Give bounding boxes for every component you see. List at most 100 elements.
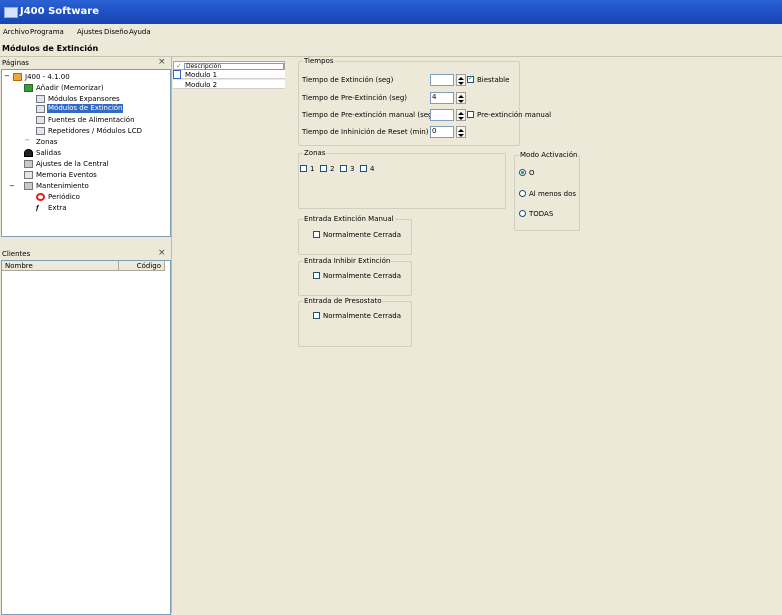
biestable-label: Biestable: [477, 76, 510, 84]
modo-o-radio[interactable]: [519, 169, 526, 176]
tree-ajustes-central[interactable]: Ajustes de la Central: [36, 160, 109, 168]
modo-todas-label: TODAS: [529, 210, 554, 218]
app-icon: [4, 7, 18, 18]
tree-periodico[interactable]: Periódico: [48, 193, 80, 201]
tree-fuentes[interactable]: Fuentes de Alimentación: [48, 116, 135, 124]
wrench-icon: 𝑓: [36, 204, 39, 213]
zonas-title: Zonas: [303, 149, 327, 157]
menu-ayuda[interactable]: Ayuda: [129, 28, 151, 36]
preext-manual-label: Pre-extinción manual: [477, 111, 552, 119]
modo-activacion-title: Modo Activación: [519, 151, 579, 159]
tree-expand-toggle[interactable]: −: [9, 182, 15, 190]
bell-icon: [24, 149, 33, 157]
tree-memoria[interactable]: Memoria Eventos: [36, 171, 97, 179]
tiempo-extincion-stepper[interactable]: [430, 74, 468, 86]
modo-al-menos-dos-label: Al menos dos: [529, 190, 577, 198]
check-icon: ✓: [176, 62, 182, 70]
window-title: J400 Software: [20, 6, 99, 17]
biestable-checkbox[interactable]: [467, 74, 474, 83]
add-icon: [24, 84, 33, 92]
clientes-close-button[interactable]: ×: [158, 248, 166, 258]
tiempo-extincion-input[interactable]: [430, 74, 454, 86]
tree-salidas[interactable]: Salidas: [36, 149, 61, 157]
modo-o-label: O: [529, 169, 535, 177]
detail-panel: Tiempos Tiempo de Extinción (seg) Biesta…: [296, 57, 782, 613]
table-row[interactable]: Modulo 2: [173, 80, 285, 89]
tree-mantenimiento[interactable]: Mantenimiento: [36, 182, 89, 190]
tiempo-preextincion-label: Tiempo de Pre-Extinción (seg): [302, 94, 407, 102]
tree-expand-toggle[interactable]: −: [4, 72, 10, 80]
zona-1-checkbox[interactable]: [300, 165, 307, 172]
paginas-panel-title: Páginas: [2, 59, 29, 67]
table-row[interactable]: Modulo 1: [173, 70, 285, 79]
clientes-list[interactable]: Nombre Código: [1, 260, 171, 615]
page-title: Módulos de Extinción: [2, 44, 99, 53]
tree-extra[interactable]: Extra: [48, 204, 66, 212]
memory-icon: [24, 171, 33, 179]
paginas-tree[interactable]: − J400 - 4.1.00 Añadir (Memorizar) Módul…: [1, 69, 171, 237]
paginas-close-button[interactable]: ×: [158, 57, 166, 67]
zonas-group: Zonas: [298, 149, 506, 209]
zona-2-label: 2: [330, 165, 335, 173]
zona-4-label: 4: [370, 165, 375, 173]
tree-zonas[interactable]: Zonas: [36, 138, 57, 146]
tree-anadir[interactable]: Añadir (Memorizar): [36, 84, 104, 92]
zona-3-label: 3: [350, 165, 355, 173]
splitter[interactable]: [171, 57, 172, 613]
menu-archivo[interactable]: Archivo: [3, 28, 29, 36]
power-supply-icon: [36, 116, 45, 124]
zona-2-checkbox[interactable]: [320, 165, 327, 172]
spin-buttons[interactable]: [456, 109, 466, 121]
tiempo-inhibicion-label: Tiempo de Inhinición de Reset (min): [302, 128, 429, 136]
periodic-icon: [36, 193, 45, 201]
row-selector[interactable]: [173, 70, 181, 79]
column-codigo[interactable]: Código: [119, 261, 165, 271]
spin-buttons[interactable]: [456, 92, 466, 104]
menu-programa[interactable]: Programa: [30, 28, 64, 36]
zona-4-checkbox[interactable]: [360, 165, 367, 172]
title-bar: J400 Software: [0, 0, 782, 24]
modo-todas-radio[interactable]: [519, 210, 526, 217]
spin-buttons[interactable]: [456, 74, 466, 86]
menu-ajustes[interactable]: Ajustes: [77, 28, 103, 36]
tiempo-preext-manual-label: Tiempo de Pre-extinción manual (seg): [302, 111, 436, 119]
entrada-presostato-group: Entrada de Presostato: [298, 297, 412, 347]
repeater-icon: [36, 127, 45, 135]
zona-1-label: 1: [310, 165, 315, 173]
presostato-nc-checkbox[interactable]: [313, 312, 320, 319]
tiempo-inhibicion-stepper[interactable]: 0: [430, 126, 468, 138]
tiempos-title: Tiempos: [303, 57, 335, 65]
tree-extincion-selected[interactable]: Módulos de Extinción: [47, 104, 124, 113]
page-header: Módulos de Extinción: [0, 40, 782, 57]
spin-buttons[interactable]: [456, 126, 466, 138]
tree-expansores[interactable]: Módulos Expansores: [48, 95, 120, 103]
inhibir-nc-checkbox[interactable]: [313, 272, 320, 279]
tiempo-preextincion-stepper[interactable]: 4: [430, 92, 468, 104]
entrada-presostato-title: Entrada de Presostato: [303, 297, 383, 305]
row-label: Modulo 1: [185, 71, 218, 79]
modules-grid: ✓ Descripción Modulo 1 Modulo 2: [173, 61, 285, 613]
grid-header[interactable]: ✓ Descripción: [173, 61, 285, 70]
module-icon: [36, 95, 45, 103]
tiempo-preextincion-input[interactable]: 4: [430, 92, 454, 104]
entrada-extincion-manual-title: Entrada Extinción Manual: [303, 215, 395, 223]
menu-diseno[interactable]: Diseño: [104, 28, 128, 36]
maintenance-icon: [24, 182, 33, 190]
tiempo-preext-manual-input[interactable]: [430, 109, 454, 121]
extincion-manual-nc-label: Normalmente Cerrada: [323, 231, 402, 239]
settings-icon: [24, 160, 33, 168]
modo-al-menos-dos-radio[interactable]: [519, 190, 526, 197]
extincion-manual-nc-checkbox[interactable]: [313, 231, 320, 238]
row-label: Modulo 2: [185, 81, 218, 89]
tree-repetidores[interactable]: Repetidores / Módulos LCD: [48, 127, 142, 135]
zones-icon: ⌔: [24, 138, 31, 146]
tiempo-preext-manual-stepper[interactable]: [430, 109, 468, 121]
zona-3-checkbox[interactable]: [340, 165, 347, 172]
grid-header-descripcion[interactable]: Descripción: [184, 63, 284, 70]
tree-root[interactable]: J400 - 4.1.00: [25, 73, 70, 81]
central-icon: [13, 73, 22, 81]
tiempo-inhibicion-input[interactable]: 0: [430, 126, 454, 138]
preext-manual-checkbox[interactable]: [467, 111, 474, 118]
column-nombre[interactable]: Nombre: [2, 261, 119, 271]
inhibir-nc-label: Normalmente Cerrada: [323, 272, 402, 280]
